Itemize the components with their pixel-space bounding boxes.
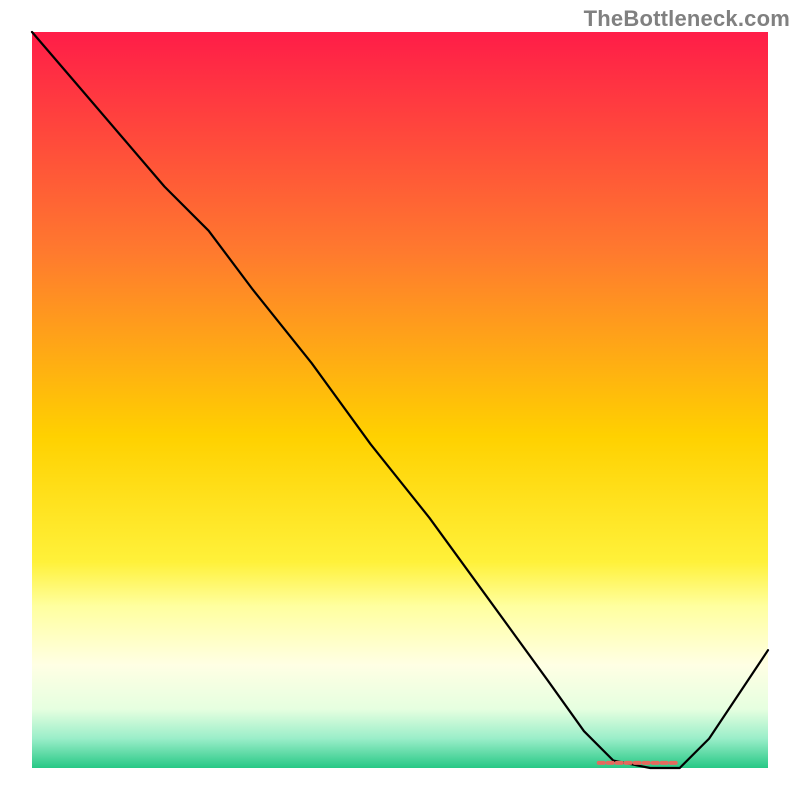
bottleneck-plot	[0, 0, 800, 800]
chart-container: TheBottleneck.com	[0, 0, 800, 800]
watermark-text: TheBottleneck.com	[584, 6, 790, 32]
plot-background	[32, 32, 768, 768]
